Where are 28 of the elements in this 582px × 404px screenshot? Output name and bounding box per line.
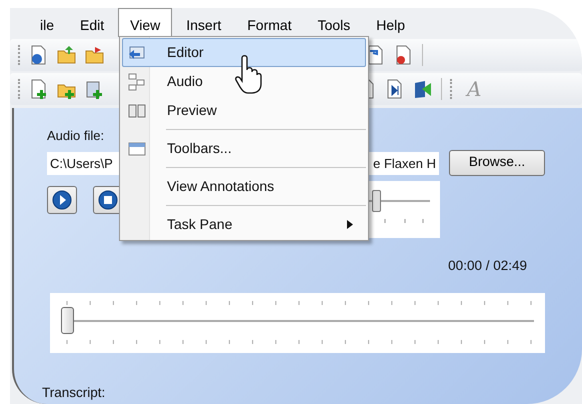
hand-cursor-icon [234, 54, 262, 94]
clipboard-add-icon[interactable] [85, 79, 105, 99]
play-button[interactable] [47, 186, 77, 214]
menu-item[interactable]: Insert [174, 8, 234, 37]
folder-arrow-icon[interactable] [57, 45, 77, 65]
audio-file-label: Audio file: [47, 127, 106, 145]
menu-item[interactable]: Task Pane [122, 210, 366, 239]
menu-item[interactable]: View [118, 8, 172, 37]
menu-item[interactable]: View Annotations [122, 172, 366, 201]
browse-button[interactable]: Browse... [449, 150, 545, 176]
menu-item[interactable]: Help [364, 8, 418, 37]
menu-item[interactable]: Audio [122, 67, 366, 96]
slider-thumb[interactable] [61, 306, 74, 334]
menu-item[interactable]: Edit [68, 8, 116, 37]
folder-arrow-icon[interactable] [85, 45, 105, 65]
document-add-icon[interactable] [29, 79, 49, 99]
menu-item[interactable]: Toolbars... [122, 134, 366, 163]
menu-item[interactable]: Format [235, 8, 304, 37]
menu-item[interactable]: Preview [122, 96, 366, 125]
menu-item[interactable]: ile [28, 8, 66, 37]
menu-item[interactable]: Tools [306, 8, 362, 37]
slider-thumb[interactable] [372, 190, 382, 212]
play-icon [52, 190, 72, 210]
transcript-label: Transcript: [42, 384, 106, 402]
position-slider[interactable] [50, 292, 545, 353]
diagram-icon [127, 72, 147, 92]
time-label: 00:00 / 02:49 [447, 256, 527, 274]
menu-item[interactable]: Editor [122, 38, 366, 67]
